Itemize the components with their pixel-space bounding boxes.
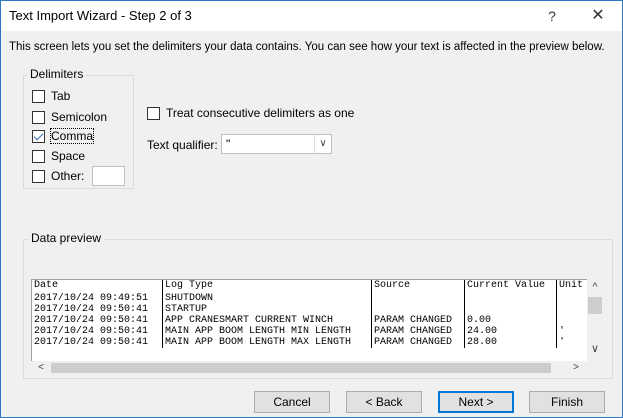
space-checkbox-row[interactable]: Space xyxy=(32,148,85,164)
title-bar: Text Import Wizard - Step 2 of 3 ? ✕ xyxy=(1,1,622,31)
table-row: 2017/10/24 09:50:41 APP CRANESMART CURRE… xyxy=(32,315,587,326)
preview-cell: MAIN APP BOOM LENGTH MIN LENGTH xyxy=(163,326,372,337)
preview-cell: SHUTDOWN xyxy=(163,293,372,304)
vertical-scrollbar[interactable]: ^ ∨ xyxy=(587,279,603,361)
dialog-title: Text Import Wizard - Step 2 of 3 xyxy=(9,8,192,23)
preview-cell xyxy=(557,304,587,315)
preview-cell: PARAM CHANGED xyxy=(372,326,465,337)
tab-checkbox[interactable] xyxy=(32,89,45,103)
caret-left-icon[interactable]: < xyxy=(34,361,48,375)
preview-cell: 0.00 xyxy=(465,315,557,326)
semicolon-checkbox-row[interactable]: Semicolon xyxy=(32,109,107,125)
preview-cell: 2017/10/24 09:49:51 xyxy=(32,293,163,304)
other-checkbox[interactable] xyxy=(32,169,45,183)
cancel-button[interactable]: Cancel xyxy=(254,391,330,413)
table-row: 2017/10/24 09:49:51 SHUTDOWN xyxy=(32,293,587,304)
table-row: 2017/10/24 09:50:41 STARTUP xyxy=(32,304,587,315)
intro-text: This screen lets you set the delimiters … xyxy=(9,41,605,53)
horizontal-scrollbar[interactable]: < > xyxy=(31,361,603,375)
preview-header-cell: Date xyxy=(32,280,163,293)
preview-cell: 2017/10/24 09:50:41 xyxy=(32,304,163,315)
preview-cell: PARAM CHANGED xyxy=(372,337,465,348)
preview-header-cell: Log Type xyxy=(163,280,372,293)
delimiters-group-label: Delimiters xyxy=(27,67,87,81)
preview-cell xyxy=(372,293,465,304)
comma-checkbox-row[interactable]: Comma xyxy=(32,128,95,144)
preview-cell: 24.00 xyxy=(465,326,557,337)
preview-header-cell: Unit xyxy=(559,280,584,291)
other-checkbox-label: Other: xyxy=(51,169,85,183)
preview-cell: 2017/10/24 09:50:41 xyxy=(32,315,163,326)
data-preview-label: Data preview xyxy=(28,231,105,245)
preview-cell: 2017/10/24 09:50:41 xyxy=(32,337,163,348)
preview-cell xyxy=(372,304,465,315)
comma-checkbox[interactable] xyxy=(32,129,45,143)
close-button[interactable]: ✕ xyxy=(583,5,613,27)
caret-right-icon[interactable]: > xyxy=(569,361,583,375)
preview-header-cell: Current Value xyxy=(465,280,557,293)
tab-checkbox-label: Tab xyxy=(51,89,71,103)
text-qualifier-label: Text qualifier: xyxy=(147,138,218,152)
table-row: 2017/10/24 09:50:41 MAIN APP BOOM LENGTH… xyxy=(32,337,587,348)
back-button[interactable]: < Back xyxy=(346,391,422,413)
preview-cell xyxy=(557,315,587,326)
text-import-wizard-dialog: Text Import Wizard - Step 2 of 3 ? ✕ Thi… xyxy=(0,0,623,418)
table-row: 2017/10/24 09:50:41 MAIN APP BOOM LENGTH… xyxy=(32,326,587,337)
consecutive-delimiters-label: Treat consecutive delimiters as one xyxy=(166,106,355,120)
consecutive-delimiters-row[interactable]: Treat consecutive delimiters as one xyxy=(147,106,354,120)
preview-cell: ' xyxy=(559,337,566,348)
preview-cell: STARTUP xyxy=(163,304,372,315)
preview-cell: 2017/10/24 09:50:41 xyxy=(32,326,163,337)
text-qualifier-value: " xyxy=(226,137,231,151)
comma-checkbox-label: Comma xyxy=(49,128,95,144)
preview-cell: PARAM CHANGED xyxy=(372,315,465,326)
preview-cell xyxy=(557,293,587,304)
preview-cell xyxy=(465,293,557,304)
horizontal-scroll-thumb[interactable] xyxy=(51,363,551,373)
preview-header-row: Date Log Type Source Current Value Unit xyxy=(32,280,587,293)
semicolon-checkbox[interactable] xyxy=(32,110,45,124)
space-checkbox[interactable] xyxy=(32,149,45,163)
caret-up-icon[interactable]: ^ xyxy=(587,279,603,295)
vertical-scroll-thumb[interactable] xyxy=(588,297,602,314)
other-checkbox-row[interactable]: Other: xyxy=(32,168,84,184)
next-button[interactable]: Next > xyxy=(438,391,514,413)
text-qualifier-select[interactable]: " ∨ xyxy=(221,134,332,154)
help-button[interactable]: ? xyxy=(537,5,567,27)
tab-checkbox-row[interactable]: Tab xyxy=(32,88,70,104)
preview-cell: APP CRANESMART CURRENT WINCH xyxy=(163,315,372,326)
preview-cell: 28.00 xyxy=(465,337,557,348)
semicolon-checkbox-label: Semicolon xyxy=(51,110,108,124)
caret-down-icon[interactable]: ∨ xyxy=(587,341,603,357)
data-preview-table: Date Log Type Source Current Value Unit … xyxy=(32,280,587,348)
other-delimiter-input[interactable] xyxy=(92,166,125,186)
preview-header-cell: Source xyxy=(372,280,465,293)
preview-cell: ' xyxy=(559,326,566,337)
finish-button[interactable]: Finish xyxy=(529,391,605,413)
chevron-down-icon[interactable]: ∨ xyxy=(314,135,331,153)
consecutive-delimiters-checkbox[interactable] xyxy=(147,106,160,120)
preview-cell xyxy=(465,304,557,315)
preview-cell: MAIN APP BOOM LENGTH MAX LENGTH xyxy=(163,337,372,348)
space-checkbox-label: Space xyxy=(51,149,86,163)
